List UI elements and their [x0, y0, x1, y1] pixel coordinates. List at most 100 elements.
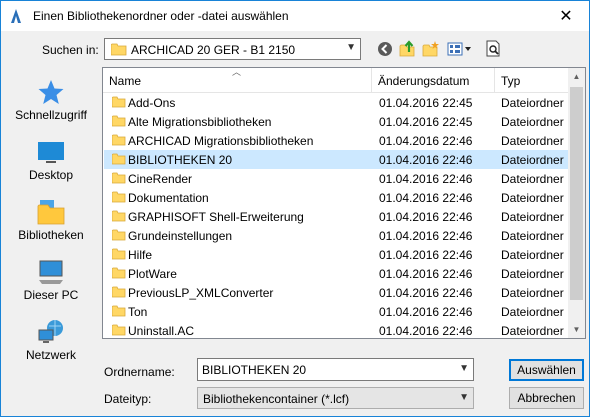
- this-pc-icon: [39, 260, 63, 284]
- folder-icon: [111, 229, 126, 244]
- table-row[interactable]: Hilfe 01.04.2016 22:46 Dateiordner: [104, 245, 571, 264]
- row-date: 01.04.2016 22:46: [379, 191, 473, 205]
- place-this-pc[interactable]: Dieser PC: [6, 254, 96, 310]
- row-name: ARCHICAD Migrationsbibliotheken: [128, 134, 314, 148]
- place-network[interactable]: Netzwerk: [6, 314, 96, 370]
- folder-name-combo[interactable]: ▼: [197, 358, 474, 381]
- select-button[interactable]: Auswählen: [509, 359, 584, 381]
- scroll-down-icon[interactable]: ▼: [568, 321, 585, 338]
- row-name: Grundeinstellungen: [128, 229, 233, 243]
- place-libraries[interactable]: Bibliotheken: [6, 194, 96, 250]
- column-name-header[interactable]: Name: [109, 74, 141, 88]
- scroll-up-icon[interactable]: ▲: [568, 68, 585, 85]
- row-date: 01.04.2016 22:46: [379, 305, 473, 319]
- row-name: PreviousLP_XMLConverter: [128, 286, 274, 300]
- table-row[interactable]: Ton 01.04.2016 22:46 Dateiordner: [104, 302, 571, 321]
- scrollbar-thumb[interactable]: [570, 87, 583, 300]
- place-label: Schnellzugriff: [15, 108, 87, 122]
- places-bar: Schnellzugriff Desktop Bibliotheken Dies…: [6, 68, 96, 404]
- column-divider[interactable]: [494, 68, 495, 92]
- chevron-down-icon[interactable]: ▼: [459, 363, 469, 374]
- row-name: PlotWare: [128, 267, 177, 281]
- column-date-header[interactable]: Änderungsdatum: [378, 74, 469, 88]
- place-label: Desktop: [28, 168, 74, 182]
- row-date: 01.04.2016 22:46: [379, 172, 473, 186]
- folder-icon: [111, 96, 126, 111]
- file-type-value: Bibliothekencontainer (*.lcf): [203, 392, 350, 406]
- folder-icon: [111, 248, 126, 263]
- folder-name-input[interactable]: [202, 362, 447, 377]
- view-menu-icon: [447, 42, 471, 56]
- chevron-down-icon: ▼: [346, 42, 356, 53]
- table-row[interactable]: GRAPHISOFT Shell-Erweiterung 01.04.2016 2…: [104, 207, 571, 226]
- up-folder-icon: [399, 40, 415, 57]
- row-name: Ton: [128, 305, 148, 319]
- table-row[interactable]: Alte Migrationsbibliotheken 01.04.2016 22…: [104, 112, 571, 131]
- table-row[interactable]: ARCHICAD Migrationsbibliotheken 01.04.201…: [104, 131, 571, 150]
- quick-access-star-icon: [38, 80, 64, 104]
- row-type: Dateiordner: [501, 267, 564, 281]
- row-name: CineRender: [128, 172, 193, 186]
- table-row[interactable]: Grundeinstellungen 01.04.2016 22:46 Dateio…: [104, 226, 571, 245]
- row-date: 01.04.2016 22:45: [379, 115, 473, 129]
- title-bar: Einen Bibliothekenordner oder -datei aus…: [1, 1, 589, 31]
- row-date: 01.04.2016 22:45: [379, 96, 473, 110]
- row-type: Dateiordner: [501, 96, 564, 110]
- folder-icon: [111, 153, 126, 168]
- row-type: Dateiordner: [501, 134, 564, 148]
- table-row[interactable]: Dokumentation 01.04.2016 22:46 Dateiordner: [104, 188, 571, 207]
- row-date: 01.04.2016 22:46: [379, 134, 473, 148]
- row-type: Dateiordner: [501, 115, 564, 129]
- archicad-app-icon: [11, 9, 21, 23]
- cancel-button[interactable]: Abbrechen: [509, 387, 584, 409]
- row-date: 01.04.2016 22:46: [379, 286, 473, 300]
- row-type: Dateiordner: [501, 210, 564, 224]
- row-name: Dokumentation: [128, 191, 209, 205]
- row-type: Dateiordner: [501, 286, 564, 300]
- place-desktop[interactable]: Desktop: [6, 134, 96, 190]
- place-label: Dieser PC: [23, 288, 79, 302]
- folder-icon: [111, 324, 126, 338]
- folder-icon: [111, 305, 126, 320]
- row-type: Dateiordner: [501, 172, 564, 186]
- row-name: Hilfe: [128, 248, 153, 262]
- row-type: Dateiordner: [501, 305, 564, 319]
- file-dialog-window: Einen Bibliothekenordner oder -datei aus…: [0, 0, 590, 417]
- table-row[interactable]: Add-Ons 01.04.2016 22:45 Dateiordner: [104, 93, 571, 112]
- row-name: GRAPHISOFT Shell-Erweiterung: [128, 210, 304, 224]
- table-row[interactable]: PreviousLP_XMLConverter 01.04.2016 22:46 D…: [104, 283, 571, 302]
- vertical-scrollbar[interactable]: ▲ ▼: [568, 68, 585, 338]
- preview-icon: [486, 40, 500, 57]
- table-row[interactable]: PlotWare 01.04.2016 22:46 Dateiordner: [104, 264, 571, 283]
- preview-button[interactable]: [484, 39, 504, 59]
- column-divider[interactable]: [371, 68, 372, 92]
- place-quick-access[interactable]: Schnellzugriff: [6, 74, 96, 130]
- up-folder-button[interactable]: [398, 39, 418, 59]
- folder-icon: [111, 286, 126, 301]
- new-folder-icon: [422, 41, 439, 57]
- look-in-dropdown[interactable]: ARCHICAD 20 GER - B1 2150 ▼: [104, 38, 361, 60]
- file-type-dropdown[interactable]: Bibliothekencontainer (*.lcf) ▼: [197, 387, 474, 409]
- back-icon: [378, 42, 392, 56]
- row-type: Dateiordner: [501, 229, 564, 243]
- look-in-value: ARCHICAD 20 GER - B1 2150: [131, 43, 296, 57]
- place-label: Netzwerk: [25, 348, 76, 362]
- table-row[interactable]: CineRender 01.04.2016 22:46 Dateiordner: [104, 169, 571, 188]
- row-date: 01.04.2016 22:46: [379, 210, 473, 224]
- folder-icon: [111, 191, 126, 206]
- file-list[interactable]: ︿ Name Änderungsdatum Typ Add-Ons 01.04.2…: [102, 67, 586, 339]
- row-date: 01.04.2016 22:46: [379, 267, 473, 281]
- sort-ascending-icon: ︿: [232, 67, 242, 77]
- desktop-icon: [38, 142, 64, 163]
- table-row[interactable]: Uninstall.AC 01.04.2016 22:46 Dateiordner: [104, 321, 571, 338]
- folder-icon: [111, 172, 126, 187]
- back-button[interactable]: [375, 39, 395, 59]
- row-type: Dateiordner: [501, 324, 564, 338]
- folder-icon: [111, 267, 126, 282]
- table-row[interactable]: BIBLIOTHEKEN 20 01.04.2016 22:46 Dateiordn…: [104, 150, 571, 169]
- close-button[interactable]: ✕: [543, 1, 589, 31]
- column-type-header[interactable]: Typ: [501, 74, 520, 88]
- view-menu-button[interactable]: [446, 39, 474, 59]
- new-folder-button[interactable]: [421, 39, 441, 59]
- row-type: Dateiordner: [501, 248, 564, 262]
